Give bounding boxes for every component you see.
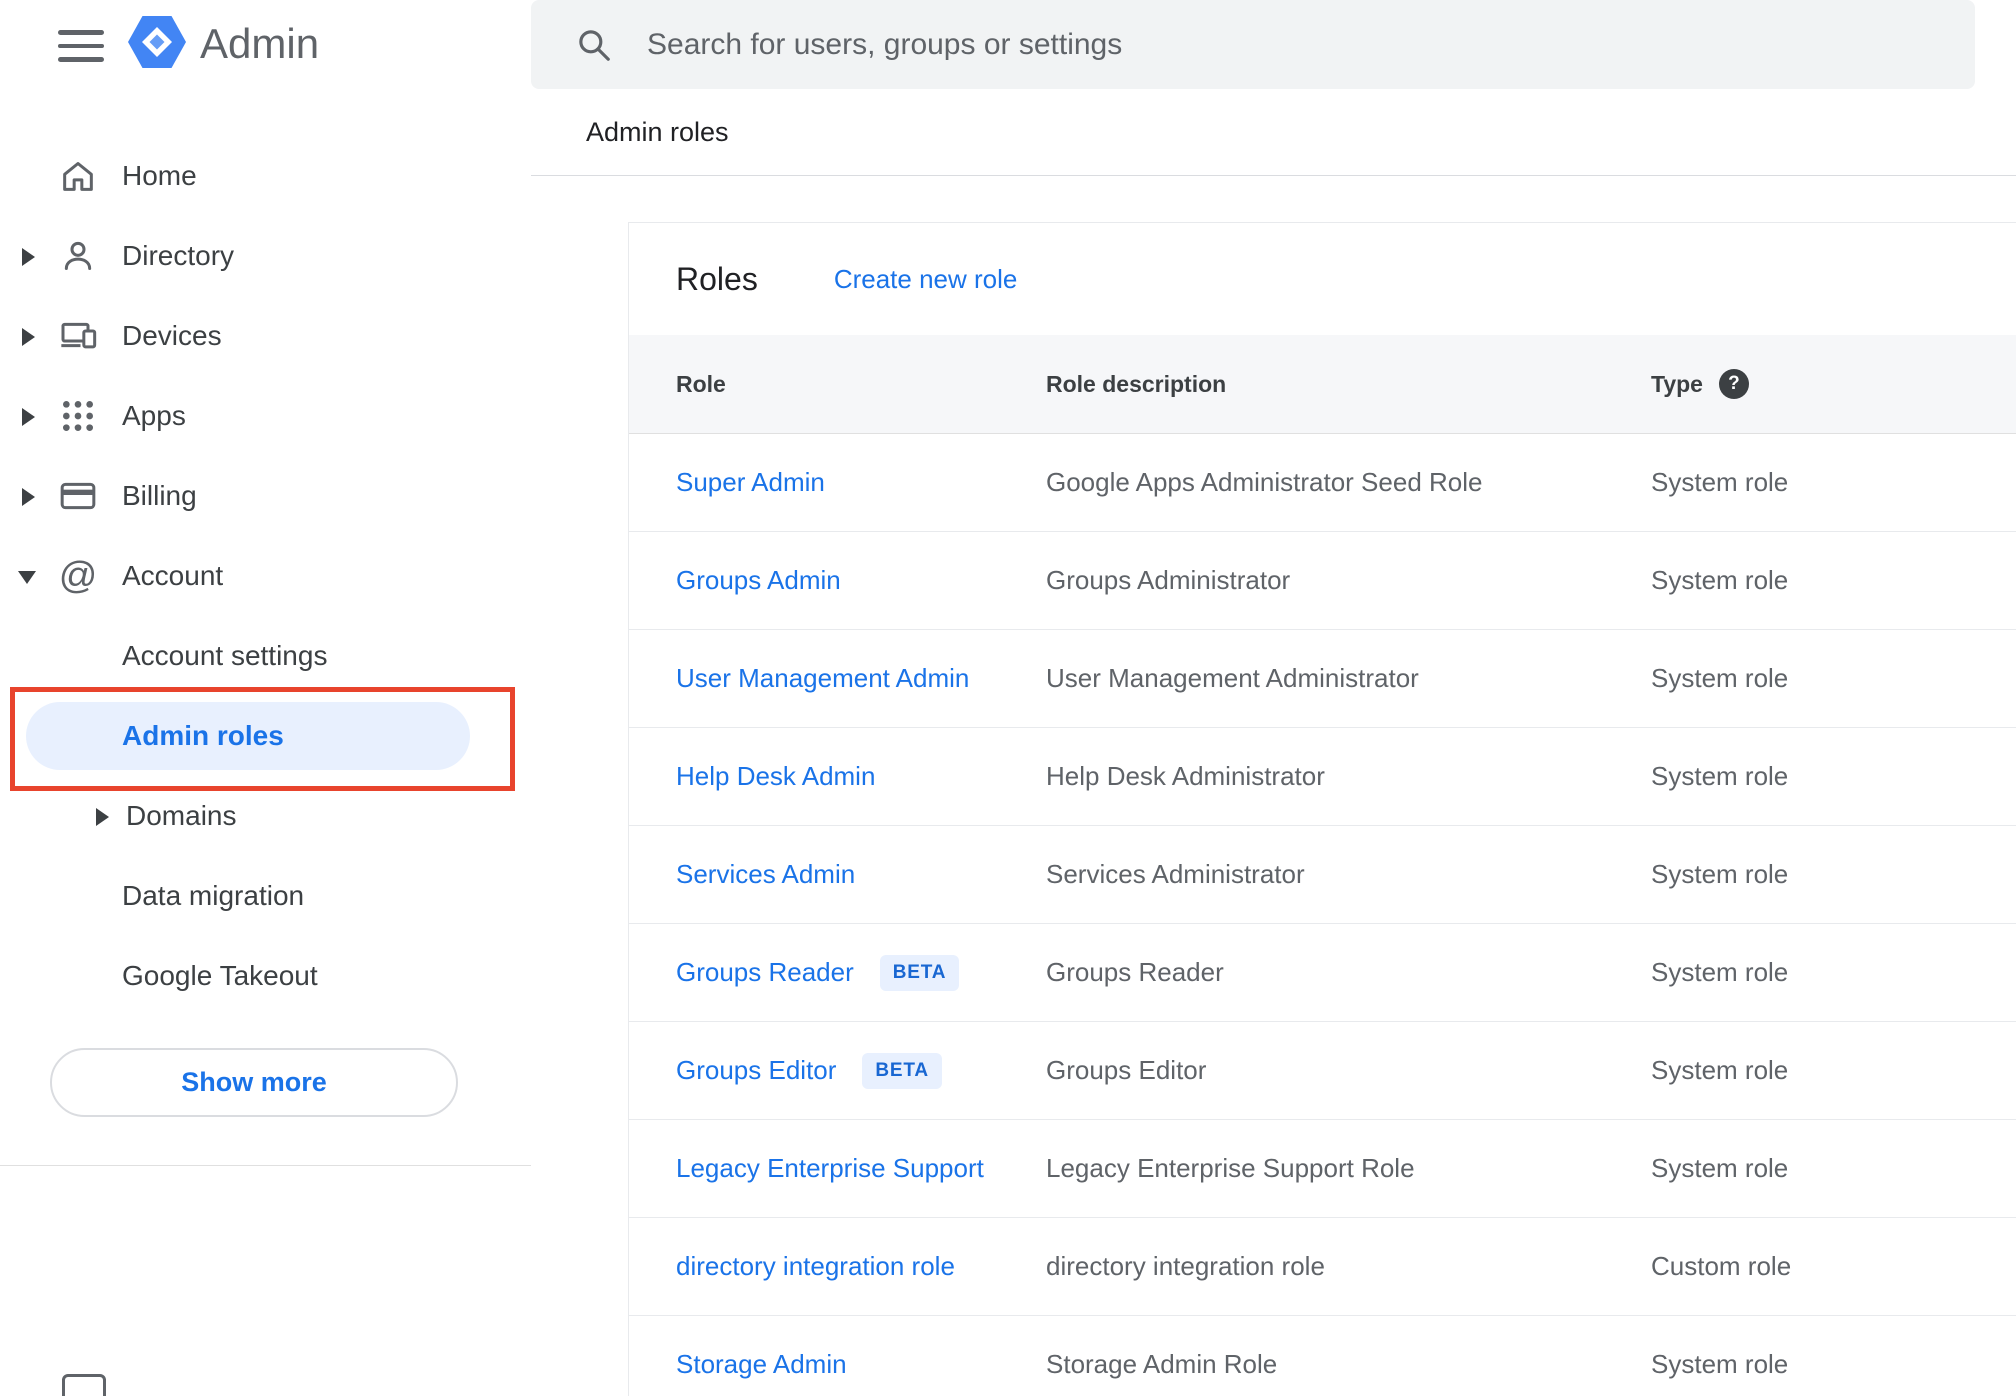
page-title: Roles bbox=[676, 260, 758, 297]
sidebar-item-admin-roles[interactable]: Admin roles bbox=[0, 696, 531, 776]
role-description: Help Desk Administrator bbox=[1046, 761, 1325, 791]
sidebar-item-label: Devices bbox=[122, 320, 222, 351]
breadcrumb-row: Admin roles bbox=[531, 89, 2016, 176]
billing-card-icon bbox=[58, 476, 98, 516]
sidebar-item-label: Account settings bbox=[122, 640, 328, 671]
table-row: directory integration role directory int… bbox=[629, 1218, 2016, 1316]
role-type: System role bbox=[1651, 467, 1789, 497]
role-type: System role bbox=[1651, 957, 1789, 987]
role-description: Groups Administrator bbox=[1046, 565, 1291, 595]
table-row: Groups Reader BETA Groups Reader System … bbox=[629, 924, 2016, 1022]
role-link[interactable]: User Management Admin bbox=[676, 663, 969, 694]
sidebar-item-apps[interactable]: Apps bbox=[0, 376, 531, 456]
table-row: Legacy Enterprise Support Legacy Enterpr… bbox=[629, 1120, 2016, 1218]
table-row: Services Admin Services Administrator Sy… bbox=[629, 826, 2016, 924]
sidebar-item-home[interactable]: Home bbox=[0, 136, 531, 216]
role-link[interactable]: Legacy Enterprise Support bbox=[676, 1153, 984, 1184]
expand-arrow-icon[interactable] bbox=[22, 408, 35, 426]
roles-card: Roles Create new role Role Role descript… bbox=[628, 222, 2016, 1396]
beta-badge: BETA bbox=[862, 1052, 942, 1089]
table-header-row: Role Role description Type ? bbox=[629, 335, 2016, 434]
sidebar-item-devices[interactable]: Devices bbox=[0, 296, 531, 376]
role-link[interactable]: Groups Editor bbox=[676, 1055, 836, 1086]
sidebar-item-directory[interactable]: Directory bbox=[0, 216, 531, 296]
table-row: Groups Editor BETA Groups Editor System … bbox=[629, 1022, 2016, 1120]
role-link[interactable]: Help Desk Admin bbox=[676, 761, 875, 792]
account-at-icon: @ bbox=[58, 555, 98, 597]
role-description: Google Apps Administrator Seed Role bbox=[1046, 467, 1483, 497]
column-header-type: Type bbox=[1651, 370, 1703, 397]
devices-icon bbox=[58, 316, 98, 356]
role-type: Custom role bbox=[1651, 1251, 1792, 1281]
table-row: Super Admin Google Apps Administrator Se… bbox=[629, 434, 2016, 532]
breadcrumb: Admin roles bbox=[586, 116, 729, 147]
search-input[interactable] bbox=[645, 26, 1945, 63]
sidebar-nav: Home Directory Devices Apps Billing @ Ac… bbox=[0, 136, 531, 1016]
column-header-description: Role description bbox=[1046, 370, 1227, 397]
expand-arrow-icon[interactable] bbox=[22, 488, 35, 506]
sidebar-item-label: Account bbox=[122, 560, 224, 591]
show-more-button[interactable]: Show more bbox=[50, 1048, 458, 1117]
sidebar-item-label: Admin roles bbox=[122, 720, 284, 751]
menu-icon[interactable] bbox=[58, 30, 104, 62]
role-description: Legacy Enterprise Support Role bbox=[1046, 1153, 1415, 1183]
table-row: User Management Admin User Management Ad… bbox=[629, 630, 2016, 728]
role-type: System role bbox=[1651, 1349, 1789, 1379]
role-description: Groups Editor bbox=[1046, 1055, 1207, 1085]
sidebar-item-label: Google Takeout bbox=[122, 960, 318, 991]
table-row: Groups Admin Groups Administrator System… bbox=[629, 532, 2016, 630]
sidebar-item-account[interactable]: @ Account bbox=[0, 536, 531, 616]
role-link[interactable]: Groups Reader bbox=[676, 957, 854, 988]
beta-badge: BETA bbox=[879, 954, 960, 991]
table-row: Storage Admin Storage Admin Role System … bbox=[629, 1316, 2016, 1396]
create-new-role-link[interactable]: Create new role bbox=[834, 264, 1018, 295]
expand-arrow-icon[interactable] bbox=[96, 808, 109, 826]
sidebar-item-label: Data migration bbox=[122, 880, 305, 911]
role-description: User Management Administrator bbox=[1046, 663, 1419, 693]
roles-card-header: Roles Create new role bbox=[629, 223, 2016, 335]
sidebar: Admin Home Directory Devices Apps Billin… bbox=[0, 0, 531, 1396]
role-link[interactable]: Services Admin bbox=[676, 859, 855, 890]
sidebar-item-label: Home bbox=[122, 160, 197, 191]
sidebar-item-data-migration[interactable]: Data migration bbox=[0, 856, 531, 936]
sidebar-item-account-settings[interactable]: Account settings bbox=[0, 616, 531, 696]
sidebar-item-domains[interactable]: Domains bbox=[0, 776, 531, 856]
role-type: System role bbox=[1651, 859, 1789, 889]
role-description: Storage Admin Role bbox=[1046, 1349, 1278, 1379]
role-type: System role bbox=[1651, 761, 1789, 791]
admin-logo-icon bbox=[128, 16, 186, 72]
expand-arrow-icon[interactable] bbox=[22, 248, 35, 266]
role-type: System role bbox=[1651, 1153, 1789, 1183]
sidebar-item-label: Apps bbox=[122, 400, 186, 431]
role-type: System role bbox=[1651, 663, 1789, 693]
role-description: Groups Reader bbox=[1046, 957, 1224, 987]
role-type: System role bbox=[1651, 565, 1789, 595]
search-icon bbox=[579, 29, 610, 61]
sidebar-divider bbox=[0, 1165, 531, 1166]
sidebar-item-label: Billing bbox=[122, 480, 197, 511]
google-admin-console: Admin Home Directory Devices Apps Billin… bbox=[0, 0, 2016, 1396]
directory-person-icon bbox=[58, 236, 98, 276]
role-description: Services Administrator bbox=[1046, 859, 1305, 889]
apps-grid-icon bbox=[58, 396, 98, 436]
home-icon bbox=[58, 156, 98, 196]
partial-bottom-icon bbox=[62, 1374, 106, 1396]
role-link[interactable]: directory integration role bbox=[676, 1251, 955, 1282]
search-bar bbox=[531, 0, 1975, 89]
sidebar-item-label: Domains bbox=[126, 800, 237, 831]
role-link[interactable]: Storage Admin bbox=[676, 1349, 847, 1380]
column-header-role: Role bbox=[676, 370, 726, 397]
app-title: Admin bbox=[200, 20, 320, 67]
sidebar-item-label: Directory bbox=[122, 240, 235, 271]
collapse-arrow-icon[interactable] bbox=[18, 571, 36, 584]
role-description: directory integration role bbox=[1046, 1251, 1325, 1281]
expand-arrow-icon[interactable] bbox=[22, 328, 35, 346]
role-link[interactable]: Groups Admin bbox=[676, 565, 841, 596]
role-link[interactable]: Super Admin bbox=[676, 467, 825, 498]
sidebar-item-billing[interactable]: Billing bbox=[0, 456, 531, 536]
help-icon[interactable]: ? bbox=[1718, 369, 1749, 399]
sidebar-item-google-takeout[interactable]: Google Takeout bbox=[0, 936, 531, 1016]
role-type: System role bbox=[1651, 1055, 1789, 1085]
table-row: Help Desk Admin Help Desk Administrator … bbox=[629, 728, 2016, 826]
